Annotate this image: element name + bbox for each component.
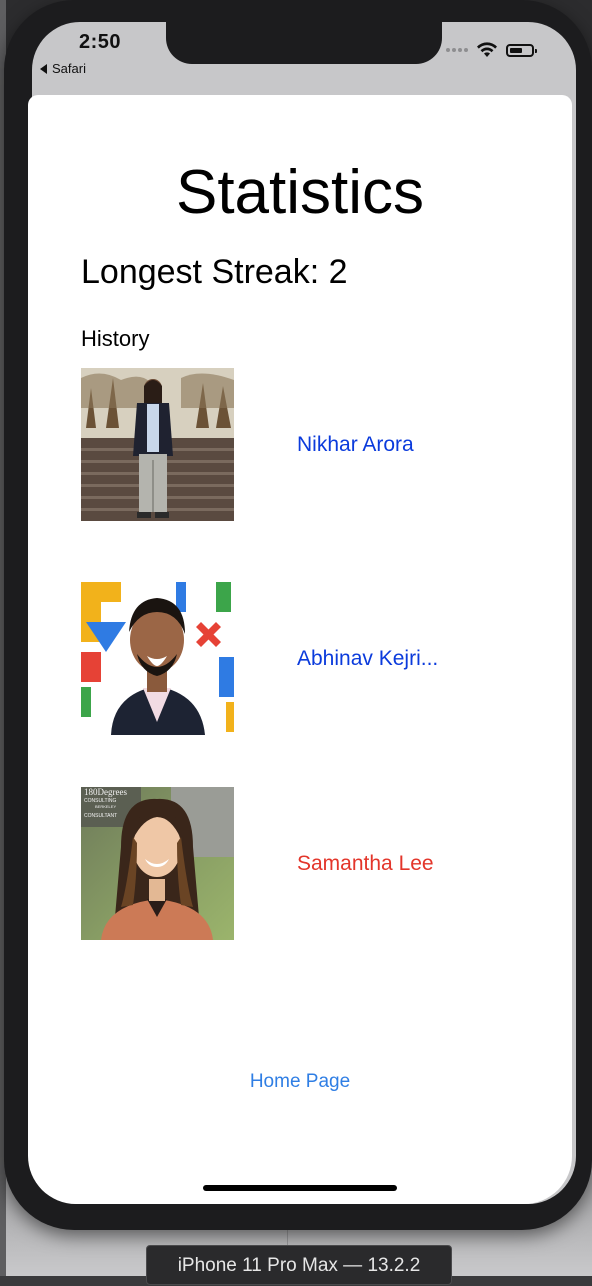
status-indicators: [446, 42, 537, 58]
avatar: [81, 368, 234, 521]
history-item[interactable]: Nikhar Arora: [81, 368, 521, 521]
home-page-link[interactable]: Home Page: [28, 1071, 572, 1093]
history-item-name[interactable]: Nikhar Arora: [297, 368, 497, 521]
battery-icon: [506, 43, 537, 57]
wifi-icon: [477, 42, 497, 57]
statistics-page: Statistics Longest Streak: 2 History Nik…: [28, 95, 572, 1204]
longest-streak-text: Longest Streak: 2: [81, 253, 348, 291]
back-to-app-button[interactable]: Safari: [40, 61, 86, 76]
avatar: [81, 582, 234, 735]
avatar: 180Degrees CONSULTING BERKELEY CONSULTAN…: [81, 787, 234, 940]
status-time: 2:50: [79, 31, 122, 53]
cellular-signal-icon: [446, 48, 468, 52]
notch: [166, 22, 442, 64]
history-heading: History: [81, 326, 150, 351]
device-label: iPhone 11 Pro Max — 13.2.2: [146, 1245, 452, 1285]
photo-logo-line1: 180Degrees: [84, 787, 127, 797]
page-title: Statistics: [175, 158, 425, 227]
history-item[interactable]: 180Degrees CONSULTING BERKELEY CONSULTAN…: [81, 787, 521, 940]
history-item[interactable]: Abhinav Kejri...: [81, 582, 521, 735]
home-indicator[interactable]: [203, 1185, 397, 1191]
photo-logo-line4: CONSULTANT: [84, 813, 117, 819]
back-arrow-icon: [40, 63, 47, 74]
history-item-name[interactable]: Abhinav Kejri...: [297, 582, 497, 735]
photo-logo-line3: BERKELEY: [95, 804, 116, 809]
back-app-label: Safari: [52, 61, 86, 76]
history-item-name[interactable]: Samantha Lee: [297, 787, 497, 940]
